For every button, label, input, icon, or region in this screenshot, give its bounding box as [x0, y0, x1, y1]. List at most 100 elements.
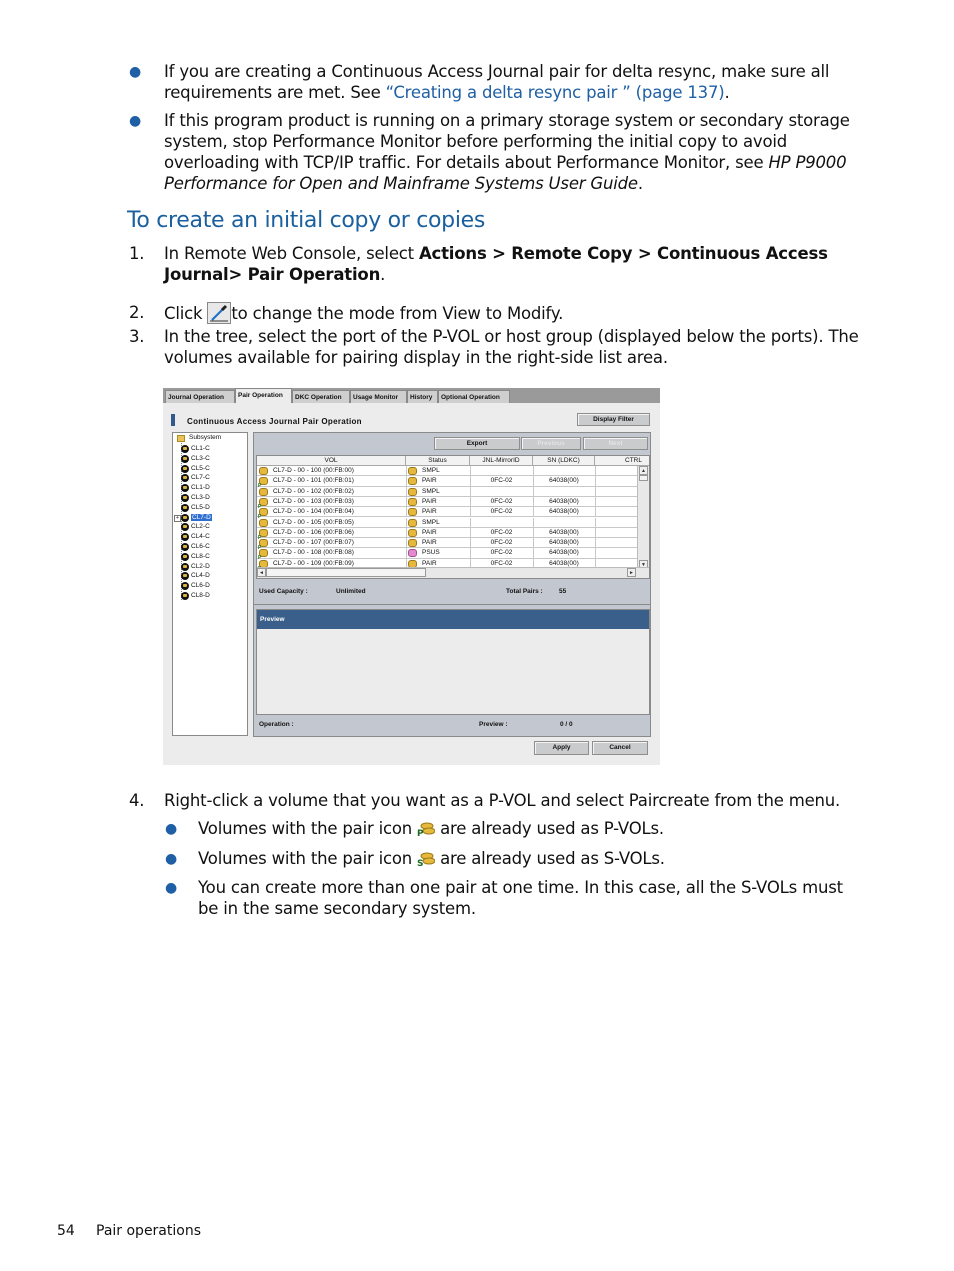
tree-item-cl4-d[interactable]: CL4-D: [181, 571, 210, 581]
scroll-thumb[interactable]: [266, 568, 426, 577]
table-row[interactable]: CL7-D - 00 - 105 (00:FB:05) SMPL: [257, 517, 637, 528]
tree-item-cl3-c[interactable]: CL3-C: [181, 454, 210, 464]
tree-item-label: CL7-C: [191, 474, 210, 482]
tree-item-cl5-c[interactable]: CL5-C: [181, 464, 210, 474]
cancel-button[interactable]: Cancel: [592, 741, 648, 755]
table-row[interactable]: P CL7-D - 00 - 103 (00:FB:03) PAIR 0FC-02 64…: [257, 496, 637, 510]
tree-item-cl7-d[interactable]: CL7-D +: [174, 513, 212, 523]
column-divider: [470, 507, 471, 518]
pair-operation-screenshot: Journal Operation Pair Operation DKC Ope…: [163, 388, 660, 765]
column-divider: [406, 496, 407, 507]
port-icon: [181, 464, 189, 473]
tab-usage-monitor[interactable]: Usage Monitor: [350, 390, 407, 403]
column-divider: [406, 507, 407, 518]
mirror-cell: 0FC-02: [490, 497, 513, 505]
tree-item-cl8-d[interactable]: CL8-D: [181, 591, 210, 601]
subbullet-text-end: are already used as S-VOLs.: [435, 849, 665, 868]
title-marker: [171, 414, 175, 426]
tree-item-cl6-c[interactable]: CL6-C: [181, 542, 210, 552]
port-tree[interactable]: Subsystem CL1-C CL3-C CL5-C CL7-C CL1-D CL3-D…: [172, 432, 248, 736]
column-divider: [595, 486, 596, 497]
volume-icon: [259, 467, 268, 475]
tree-item-label: CL2-D: [191, 562, 210, 570]
vertical-scrollbar[interactable]: ▲ ▼: [637, 466, 649, 569]
expand-icon[interactable]: +: [174, 514, 181, 522]
bullet-marker: ●: [129, 64, 142, 80]
column-header-vol[interactable]: VOL: [257, 456, 406, 466]
tree-item-cl8-c[interactable]: CL8-C: [181, 552, 210, 562]
column-header-ctrl[interactable]: CTRL: [595, 456, 649, 466]
tab-journal-operation[interactable]: Journal Operation: [165, 390, 235, 403]
display-filter-button[interactable]: Display Filter: [577, 413, 650, 426]
vol-cell: CL7-D - 00 - 106 (00:FB:06): [273, 528, 354, 536]
tree-item-cl2-d[interactable]: CL2-D: [181, 562, 210, 572]
tree-item-cl6-d[interactable]: CL6-D: [181, 581, 210, 591]
tab-pair-operation[interactable]: Pair Operation: [235, 388, 292, 403]
tab-history[interactable]: History: [407, 390, 438, 403]
p-vol-pair-icon: P: [258, 539, 268, 551]
table-row[interactable]: P CL7-D - 00 - 101 (00:FB:01) PAIR 0FC-02 64…: [257, 476, 637, 489]
tree-item-cl1-d[interactable]: CL1-D: [181, 483, 210, 493]
port-icon: [181, 503, 189, 512]
column-header-jnl-mirrorid[interactable]: JNL-MirrorID: [470, 456, 533, 466]
vol-cell: CL7-D - 00 - 105 (00:FB:05): [273, 518, 354, 526]
table-row[interactable]: CL7-D - 00 - 100 (00:FB:00) SMPL: [257, 466, 637, 477]
table-row[interactable]: P CL7-D - 00 - 106 (00:FB:06) PAIR 0FC-02 64…: [257, 527, 637, 541]
column-divider: [533, 466, 534, 476]
tree-root[interactable]: Subsystem: [189, 434, 221, 441]
delta-resync-link[interactable]: “Creating a delta resync pair ” (page 13…: [386, 83, 725, 102]
table-row[interactable]: P CL7-D - 00 - 108 (00:FB:08) PSUS 0FC-02 64…: [257, 548, 637, 561]
scroll-right-icon[interactable]: ►: [627, 568, 636, 577]
tree-item-cl2-c[interactable]: CL2-C: [181, 522, 210, 532]
tree-item-label: CL8-C: [191, 552, 210, 560]
status-cell: PSUS: [422, 549, 440, 557]
sn-cell: [533, 487, 595, 497]
apply-button[interactable]: Apply: [534, 741, 589, 755]
column-header-status[interactable]: Status: [406, 456, 470, 466]
bullet-marker: ●: [129, 113, 142, 129]
used-capacity-value: Unlimited: [336, 588, 366, 595]
tree-item-cl7-c[interactable]: CL7-C: [181, 473, 210, 483]
tree-item-cl3-d[interactable]: CL3-D: [181, 493, 210, 503]
step-text: In Remote Web Console, select: [164, 244, 419, 263]
previous-button[interactable]: Previous: [521, 437, 581, 450]
horizontal-scrollbar[interactable]: ◄ ►: [257, 567, 649, 578]
column-header-sn-ldkc[interactable]: SN (LDKC): [533, 456, 595, 466]
table-row[interactable]: CL7-D - 00 - 102 (00:FB:02) SMPL: [257, 486, 637, 497]
column-divider: [595, 517, 596, 528]
next-button[interactable]: Next: [583, 437, 648, 450]
psus-status-icon: [408, 549, 417, 558]
table-row[interactable]: P CL7-D - 00 - 107 (00:FB:07) PAIR 0FC-02 64…: [257, 538, 637, 551]
vol-cell: CL7-D - 00 - 104 (00:FB:04): [273, 508, 354, 516]
column-divider: [470, 527, 471, 538]
tab-optional-operation[interactable]: Optional Operation: [438, 390, 510, 403]
used-capacity-label: Used Capacity :: [259, 588, 308, 595]
preview-list[interactable]: Preview: [256, 609, 650, 715]
sn-cell: 64038(00): [549, 477, 579, 485]
pair-status-icon: [408, 539, 417, 548]
tree-item-label: CL4-D: [191, 572, 210, 580]
sn-cell: 64038(00): [549, 497, 579, 505]
svg-text:S: S: [417, 859, 423, 867]
smpl-status-icon: [408, 518, 417, 527]
step-number: 1.: [129, 244, 145, 263]
scroll-thumb[interactable]: [639, 475, 648, 481]
ctrl-cell: [595, 518, 637, 528]
status-cell: SMPL: [422, 487, 440, 495]
preview-count-label: Preview :: [479, 721, 508, 728]
step-2: Click to change the mode from View to Mo…: [164, 302, 864, 324]
tree-item-cl4-c[interactable]: CL4-C: [181, 532, 210, 542]
table-row[interactable]: P CL7-D - 00 - 104 (00:FB:04) PAIR 0FC-02 64…: [257, 507, 637, 520]
column-divider: [470, 548, 471, 559]
export-button[interactable]: Export: [434, 437, 520, 450]
step-number: 3.: [129, 327, 145, 346]
tree-item-cl1-c[interactable]: CL1-C: [181, 444, 210, 454]
status-cell: PAIR: [422, 497, 437, 505]
port-icon: [181, 474, 189, 483]
tab-dkc-operation[interactable]: DKC Operation: [292, 390, 350, 403]
scroll-up-icon[interactable]: ▲: [639, 466, 648, 475]
s-vol-pair-icon: S: [417, 851, 436, 869]
tree-item-cl5-d[interactable]: CL5-D: [181, 503, 210, 513]
scroll-left-icon[interactable]: ◄: [257, 568, 266, 577]
tree-item-label: CL7-D: [191, 513, 212, 521]
